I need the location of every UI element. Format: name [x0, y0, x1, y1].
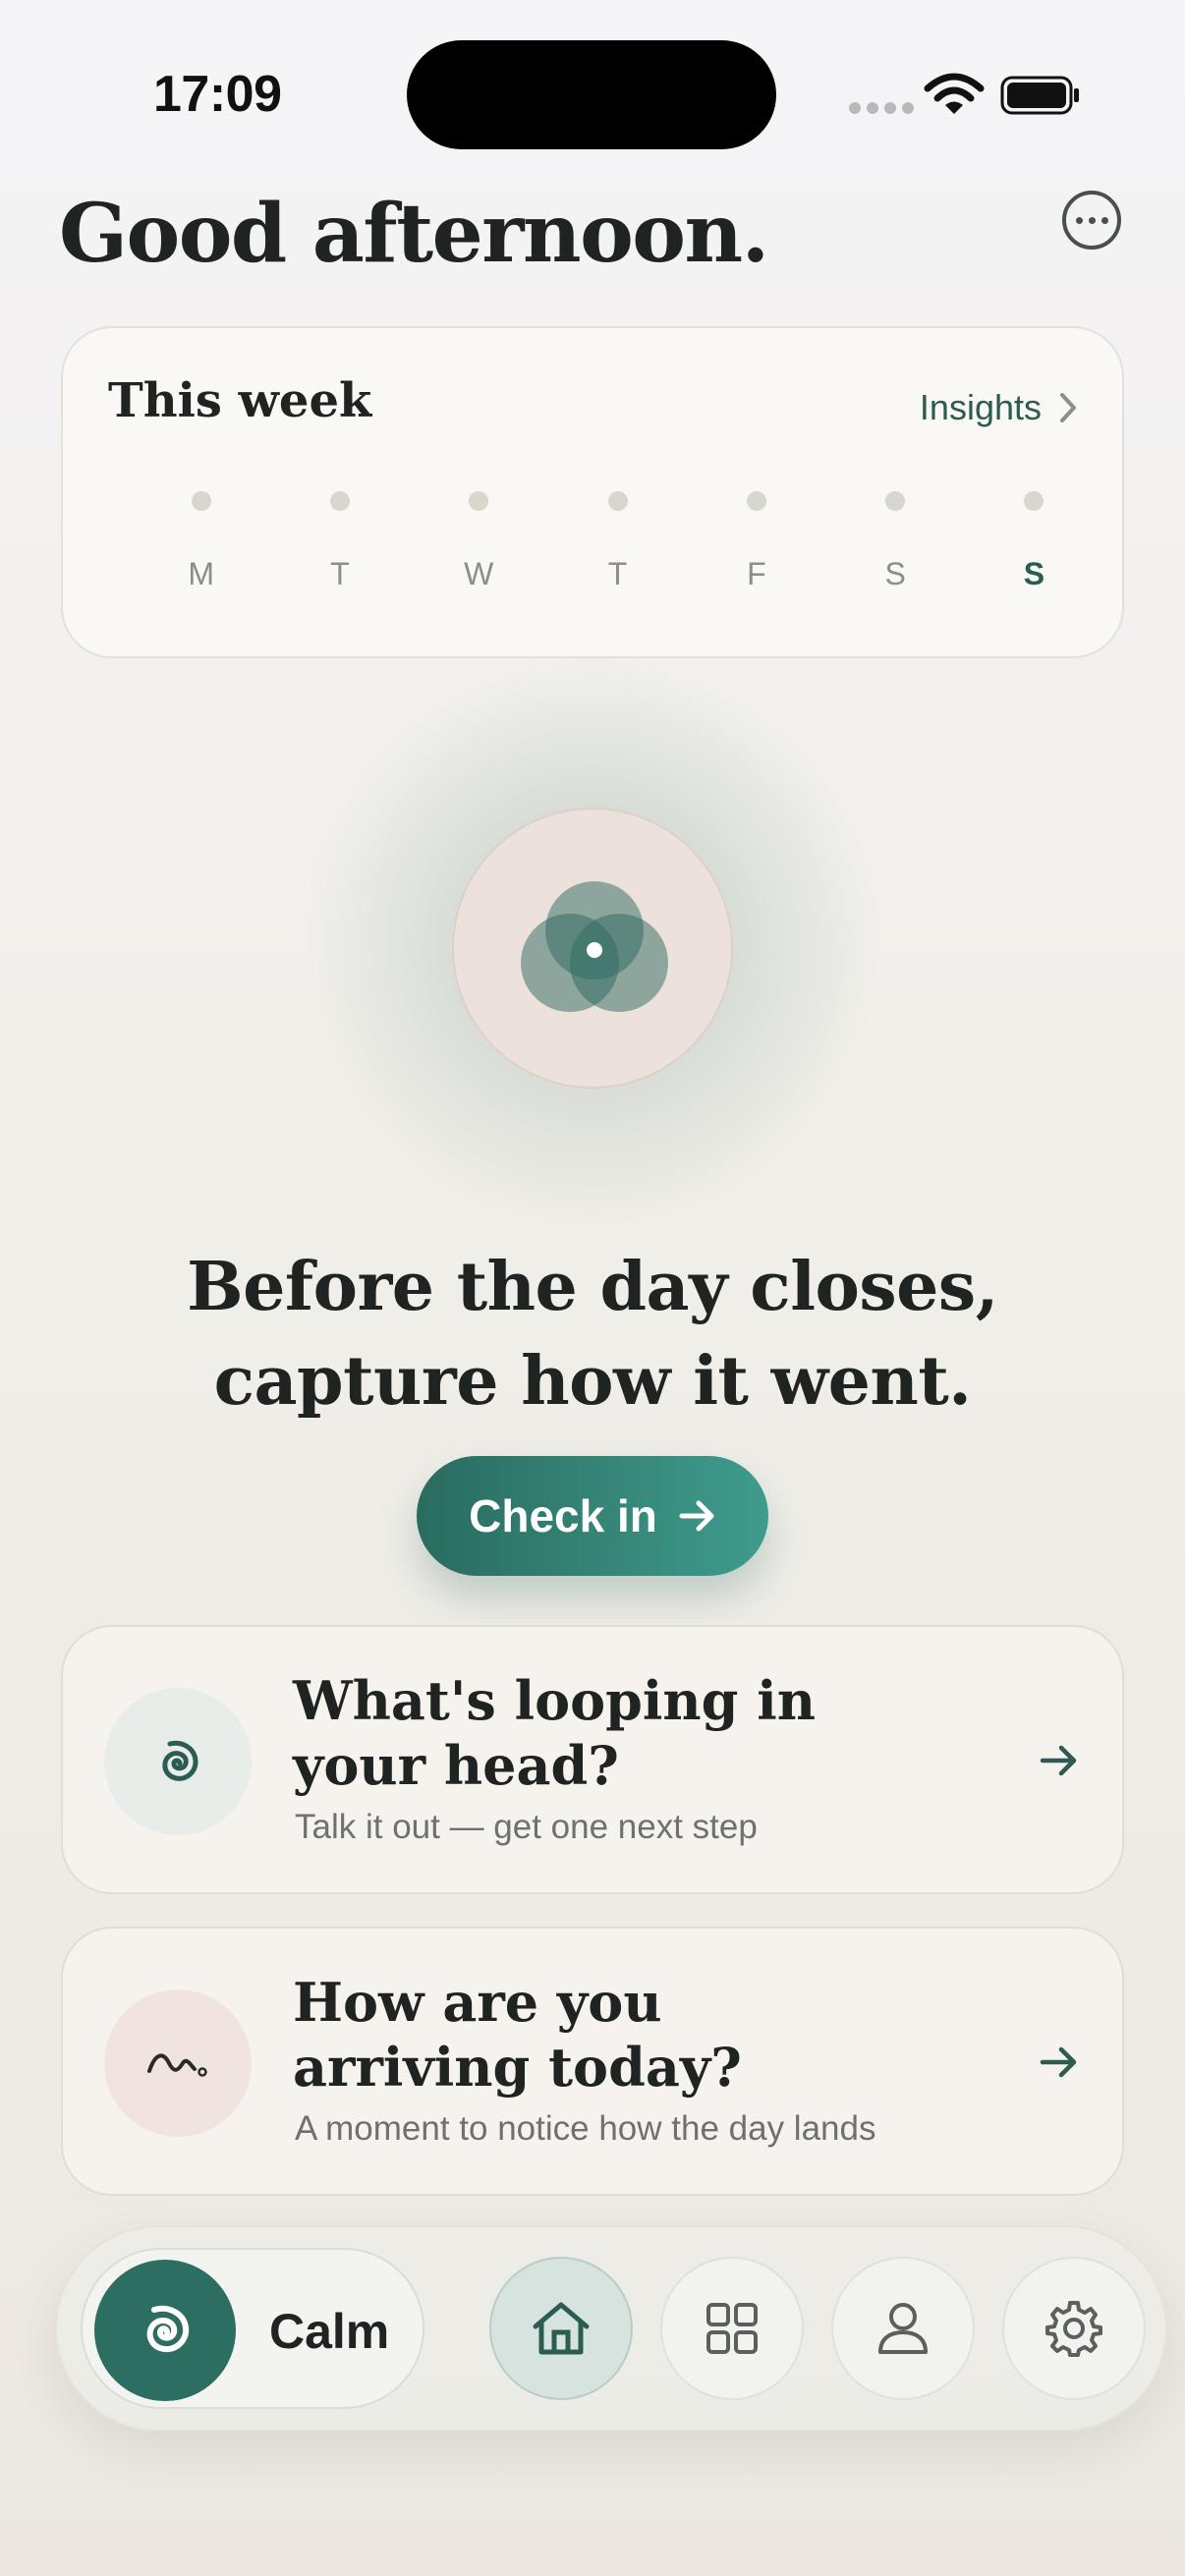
week-days: M T W T F S S [132, 491, 1103, 592]
tab-library[interactable] [660, 2257, 804, 2400]
chevron-right-icon [1060, 393, 1076, 422]
card-subtitle: Talk it out — get one next step [295, 1808, 758, 1846]
arrow-right-icon [1040, 2046, 1077, 2078]
battery-icon [1000, 76, 1079, 115]
arrow-right-icon [1040, 1745, 1077, 1776]
evening-prompt: Before the day closes, capture how it we… [0, 1240, 1185, 1428]
week-title: This week [108, 373, 372, 428]
dynamic-island [407, 40, 776, 149]
home-icon [533, 2302, 590, 2355]
wifi-icon [924, 73, 985, 114]
calm-button[interactable]: Calm [81, 2248, 424, 2409]
card-title: What's looping in your head? [293, 1669, 816, 1797]
mood-orb[interactable] [452, 808, 733, 1089]
check-in-label: Check in [469, 1490, 657, 1541]
day-tuesday[interactable]: T [270, 491, 409, 592]
flower-orb-icon [521, 881, 668, 1012]
day-label: S [884, 556, 906, 591]
day-label: S [1023, 556, 1045, 591]
more-options-button[interactable] [1062, 191, 1121, 250]
day-dot [191, 491, 211, 511]
tab-home[interactable] [489, 2257, 633, 2400]
cellular-signal-icon [849, 102, 914, 114]
day-label: M [188, 556, 214, 591]
calm-spiral-icon [94, 2260, 236, 2401]
more-horizontal-icon [1075, 216, 1083, 224]
card-subtitle: A moment to notice how the day lands [295, 2109, 876, 2148]
arrow-right-icon [679, 1500, 714, 1532]
looping-thoughts-card[interactable]: What's looping in your head? Talk it out… [61, 1625, 1124, 1894]
card-title: How are you arriving today? [293, 1971, 742, 2099]
prompt-line-1: Before the day closes, [187, 1248, 998, 1326]
squiggle-icon [104, 1989, 252, 2137]
tab-bar: Calm [55, 2225, 1167, 2432]
day-sunday-today[interactable]: S [965, 491, 1103, 592]
day-friday[interactable]: F [687, 491, 825, 592]
day-label: T [330, 556, 350, 591]
greeting-title: Good afternoon. [59, 187, 769, 281]
day-dot [1024, 491, 1044, 511]
insights-link[interactable]: Insights [920, 387, 1077, 428]
day-label: F [747, 556, 766, 591]
day-dot [607, 491, 628, 511]
day-saturday[interactable]: S [825, 491, 964, 592]
day-wednesday[interactable]: W [410, 491, 548, 592]
day-label: W [464, 556, 494, 591]
week-card: This week Insights M T W T F S S [61, 326, 1124, 658]
person-icon [878, 2303, 928, 2354]
day-dot [885, 491, 906, 511]
tab-settings[interactable] [1002, 2257, 1146, 2400]
check-in-button[interactable]: Check in [417, 1456, 768, 1576]
day-monday[interactable]: M [132, 491, 270, 592]
day-label: T [607, 556, 628, 591]
calm-label: Calm [269, 2304, 390, 2359]
spiral-icon [104, 1688, 252, 1835]
status-time: 17:09 [153, 66, 282, 123]
day-dot [329, 491, 350, 511]
day-dot [746, 491, 766, 511]
day-thursday[interactable]: T [548, 491, 687, 592]
tab-profile[interactable] [831, 2257, 975, 2400]
arriving-today-card[interactable]: How are you arriving today? A moment to … [61, 1927, 1124, 2196]
gear-icon [1045, 2301, 1102, 2357]
day-dot [469, 491, 489, 511]
grid-icon [706, 2303, 758, 2354]
prompt-line-2: capture how it went. [213, 1342, 972, 1421]
insights-label: Insights [919, 387, 1042, 427]
